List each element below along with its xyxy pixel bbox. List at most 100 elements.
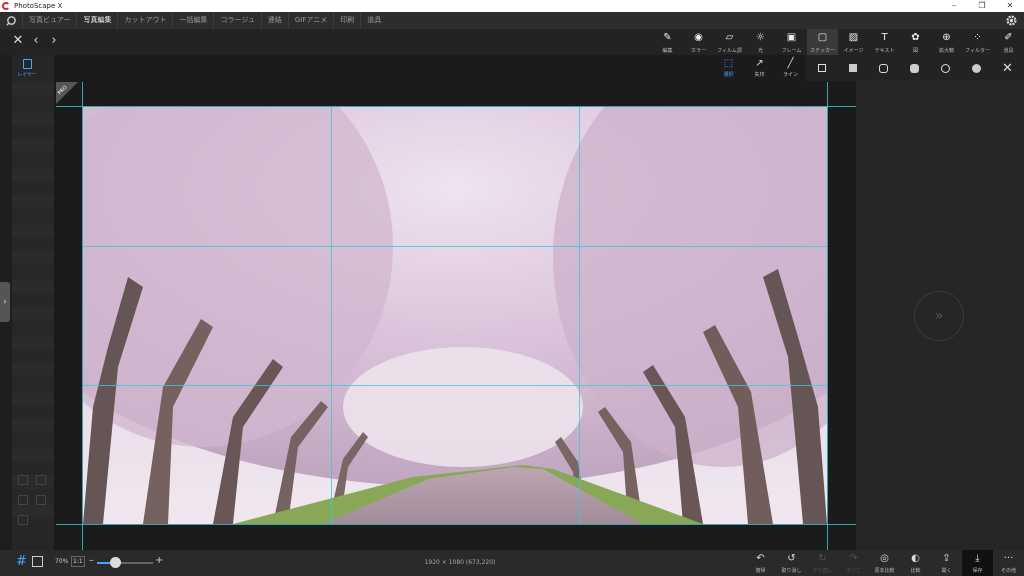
layer-up-icon[interactable]	[18, 495, 28, 505]
action-label: やり直し	[812, 568, 833, 574]
circle-filled-tool[interactable]	[961, 63, 992, 73]
edit-icon: ✎	[663, 32, 672, 43]
layer-button[interactable]: レイヤー	[12, 57, 42, 81]
action-label: 取り消し	[781, 568, 802, 574]
tab-cutout[interactable]: カットアウト	[117, 12, 172, 29]
zoom-slider[interactable]	[97, 557, 153, 568]
light-icon: ☼	[756, 32, 765, 43]
grid-icon[interactable]: #	[16, 555, 28, 568]
close-editor-icon[interactable]: ✕	[12, 34, 24, 48]
tab-print[interactable]: 印刷	[333, 12, 360, 29]
circle-outline-tool[interactable]	[930, 63, 961, 73]
close-panel-button[interactable]: ✕	[992, 61, 1023, 76]
tool-label: ライン	[782, 72, 798, 78]
rounded-square-outline-icon	[879, 63, 888, 73]
filter-icon: ⁘	[973, 32, 982, 43]
figure-icon: ✿	[911, 32, 920, 43]
bottom-actions: ↶ 復帰 ↺ 取り消し ↻ やり直し ↷ すべて ◎ 原本比較 ◐ 比較 ⇪ 開く ⤓ 保存 ·…	[745, 550, 1024, 576]
zoom-in-icon[interactable]: +	[155, 555, 163, 566]
rounded-outline-tool[interactable]	[868, 63, 899, 73]
tab-photo-editor[interactable]: 写真編集	[76, 12, 117, 29]
tool-label: 図	[912, 48, 918, 54]
compare-button[interactable]: ◐ 比較	[900, 550, 931, 576]
save-button[interactable]: ⤓ 保存	[962, 550, 993, 576]
layer-panel: レイヤー	[12, 55, 54, 550]
layer-tools	[18, 475, 46, 525]
redo-all-icon: ↷	[849, 553, 858, 564]
tool-tools[interactable]: ✐ 道具	[993, 29, 1024, 55]
tool-text[interactable]: T テキスト	[869, 29, 900, 55]
nav-buttons: ✕ ‹ ›	[12, 34, 60, 48]
tool-label: フレーム	[781, 48, 802, 54]
close-window-button[interactable]: ✕	[996, 0, 1024, 12]
compare-original-button[interactable]: ◎ 原本比較	[869, 550, 900, 576]
layer-down-icon[interactable]	[36, 495, 46, 505]
revert-button[interactable]: ↶ 復帰	[745, 550, 776, 576]
undo-button[interactable]: ↺ 取り消し	[776, 550, 807, 576]
zoom-out-icon[interactable]: –	[89, 555, 94, 566]
settings-gear-icon[interactable]	[1005, 14, 1018, 27]
maximize-button[interactable]: ❐	[968, 0, 996, 12]
tab-tools[interactable]: 道具	[360, 12, 387, 29]
zoom-level[interactable]: 70%	[55, 558, 68, 565]
tool-frame[interactable]: ▣ フレーム	[776, 29, 807, 55]
tool-color[interactable]: ◉ カラー	[683, 29, 714, 55]
tool-sticker[interactable]: ▢ ステッカー	[807, 29, 838, 55]
more-button[interactable]: ··· その他	[993, 550, 1024, 576]
tool-light[interactable]: ☼ 光	[745, 29, 776, 55]
layer-merge-icon[interactable]	[18, 515, 28, 525]
tool-edit[interactable]: ✎ 編集	[652, 29, 683, 55]
open-button[interactable]: ⇪ 開く	[931, 550, 962, 576]
color-icon: ◉	[694, 32, 703, 43]
tab-collage[interactable]: コラージュ	[213, 12, 260, 29]
layer-delete-icon[interactable]	[18, 475, 28, 485]
app-logo-icon	[2, 2, 10, 10]
tab-photo-viewer[interactable]: 写真ビュアー	[22, 12, 76, 29]
rectangle-filled-tool[interactable]	[837, 64, 868, 72]
film-icon: ▱	[725, 32, 734, 43]
actual-size-button[interactable]: 1:1	[71, 556, 85, 567]
compare-icon: ◐	[911, 553, 920, 564]
arrow-tool[interactable]: ↗ 矢印	[744, 55, 775, 81]
zoom-slider-knob[interactable]	[109, 557, 121, 568]
redo-all-button[interactable]: ↷ すべて	[838, 550, 869, 576]
undo-icon: ↺	[787, 553, 796, 564]
tool-figure[interactable]: ✿ 図	[900, 29, 931, 55]
line-tool[interactable]: ╱ ライン	[775, 55, 806, 81]
expand-panel-handle[interactable]: ›	[0, 282, 10, 322]
next-arrow-button[interactable]: »	[914, 291, 964, 341]
tool-film[interactable]: ▱ フィルム調	[714, 29, 745, 55]
fit-frame-icon[interactable]	[32, 556, 43, 567]
layer-duplicate-icon[interactable]	[36, 475, 46, 485]
line-icon: ╱	[787, 58, 794, 69]
home-button[interactable]	[0, 12, 22, 29]
photo-cherry-blossom-path[interactable]	[83, 107, 827, 524]
tool-label: 編集	[662, 48, 673, 54]
select-tool[interactable]: ⬚ 選択	[713, 55, 744, 81]
rounded-filled-tool[interactable]	[899, 63, 930, 73]
image-dimensions: 1920 × 1080 (673,220)	[424, 559, 496, 566]
rectangle-outline-tool[interactable]	[806, 64, 837, 72]
close-icon: ✕	[1002, 60, 1013, 76]
rounded-square-filled-icon	[910, 63, 919, 73]
title-bar: PhotoScape X – ❐ ✕	[0, 0, 1024, 12]
tool-image[interactable]: ▨ イメージ	[838, 29, 869, 55]
action-label: 原本比較	[874, 568, 895, 574]
tool-label: 光	[757, 48, 763, 54]
action-label: 保存	[972, 568, 983, 574]
action-label: すべて	[846, 568, 861, 574]
select-icon: ⬚	[723, 58, 734, 69]
save-icon: ⤓	[975, 553, 980, 564]
tool-filter[interactable]: ⁘ フィルター	[962, 29, 993, 55]
next-photo-icon[interactable]: ›	[48, 34, 60, 48]
tab-combine[interactable]: 連結	[260, 12, 288, 29]
edit-tool-tabs: ✎ 編集 ◉ カラー ▱ フィルム調 ☼ 光 ▣ フレーム ▢ ステッカー ▨ イメージ Tテ…	[652, 29, 1024, 55]
edit-toolbar: ✕ ‹ › ✎ 編集 ◉ カラー ▱ フィルム調 ☼ 光 ▣ フレーム ▢ ステッカー ▨ イ…	[0, 29, 1024, 55]
minimize-button[interactable]: –	[940, 0, 968, 12]
previous-photo-icon[interactable]: ‹	[30, 34, 42, 48]
tool-magnifier[interactable]: ⊕ 拡大鏡	[931, 29, 962, 55]
tab-gif[interactable]: GIFアニメ	[287, 12, 333, 29]
tool-label: ステッカー	[809, 48, 835, 54]
redo-button[interactable]: ↻ やり直し	[807, 550, 838, 576]
tab-batch[interactable]: 一括編集	[172, 12, 213, 29]
